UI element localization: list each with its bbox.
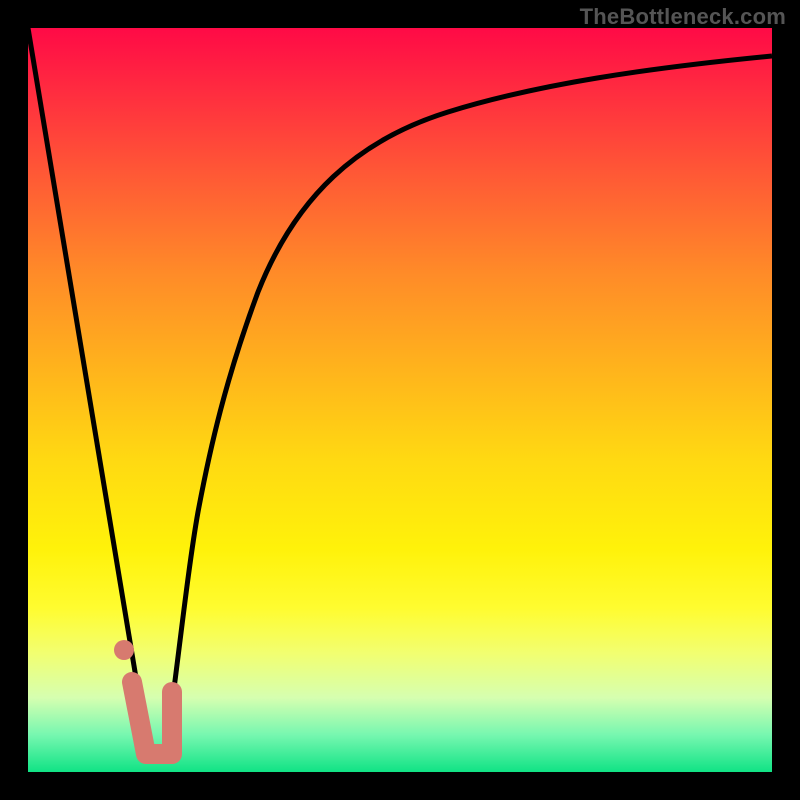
chart-root: TheBottleneck.com (0, 0, 800, 800)
right-ascending-curve (166, 56, 772, 750)
watermark-text: TheBottleneck.com (580, 4, 786, 30)
marker-stroke (132, 682, 172, 754)
plot-area (28, 28, 772, 772)
curve-layer (28, 28, 772, 772)
marker-dot (114, 640, 134, 660)
